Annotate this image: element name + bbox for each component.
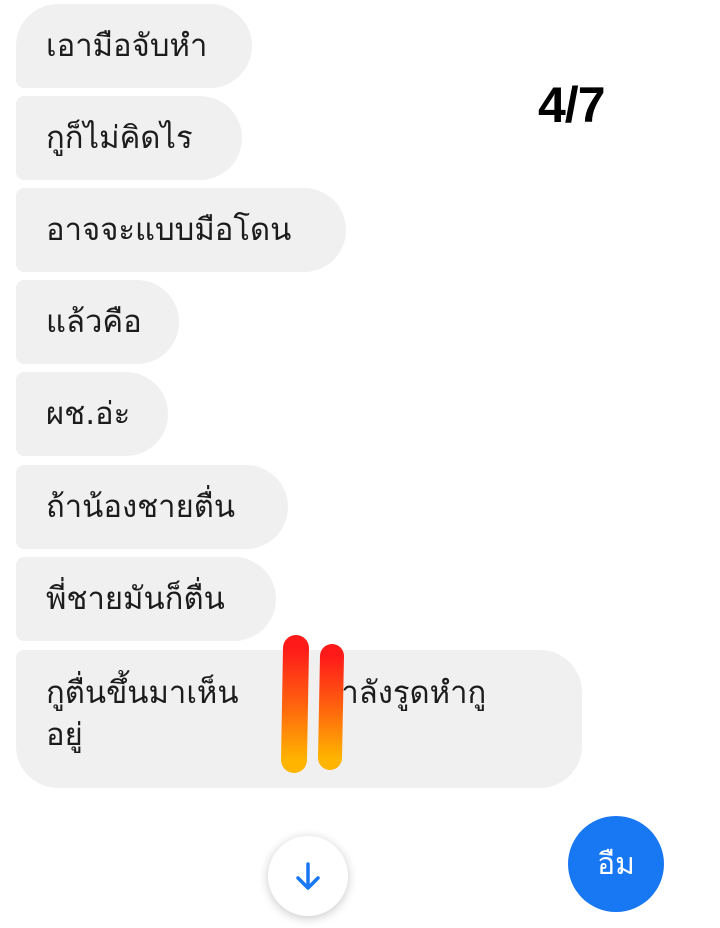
message-bubble[interactable]: ผช.อ่ะ (16, 372, 168, 456)
message-bubble[interactable]: ถ้าน้องชายตื่น (16, 465, 288, 549)
message-text: แล้วคือ (46, 304, 142, 340)
scroll-to-bottom-button[interactable] (268, 836, 348, 916)
message-text: กูก็ไม่คิดไร (46, 120, 193, 156)
message-bubble[interactable]: แล้วคือ (16, 280, 179, 364)
message-text: พี่ชายมันก็ตื่น (46, 581, 225, 617)
outgoing-message-bubble[interactable]: อืม (568, 816, 664, 912)
outgoing-message-text: อืม (597, 846, 635, 882)
message-bubble[interactable]: อาจจะแบบมือโดน (16, 188, 346, 272)
message-bubble[interactable]: พี่ชายมันก็ตื่น (16, 557, 276, 641)
page-counter: 4/7 (538, 77, 606, 133)
message-text: เอามือจับหำ (46, 28, 208, 64)
message-bubble[interactable]: เอามือจับหำ (16, 4, 252, 88)
chat-thread: เอามือจับหำ กูก็ไม่คิดไร อาจจะแบบมือโดน … (0, 0, 720, 928)
message-text-part3: อยู่ (46, 717, 83, 753)
message-text: ผช.อ่ะ (46, 396, 131, 432)
arrow-down-icon (296, 862, 320, 890)
message-bubble[interactable]: กูก็ไม่คิดไร (16, 96, 242, 180)
message-text: ถ้าน้องชายตื่น (46, 489, 236, 525)
message-text-part1: กูตื่นขึ้นมาเห็น (46, 675, 239, 711)
message-text: อาจจะแบบมือโดน (46, 212, 292, 248)
censor-scribble-overlay (266, 632, 344, 778)
